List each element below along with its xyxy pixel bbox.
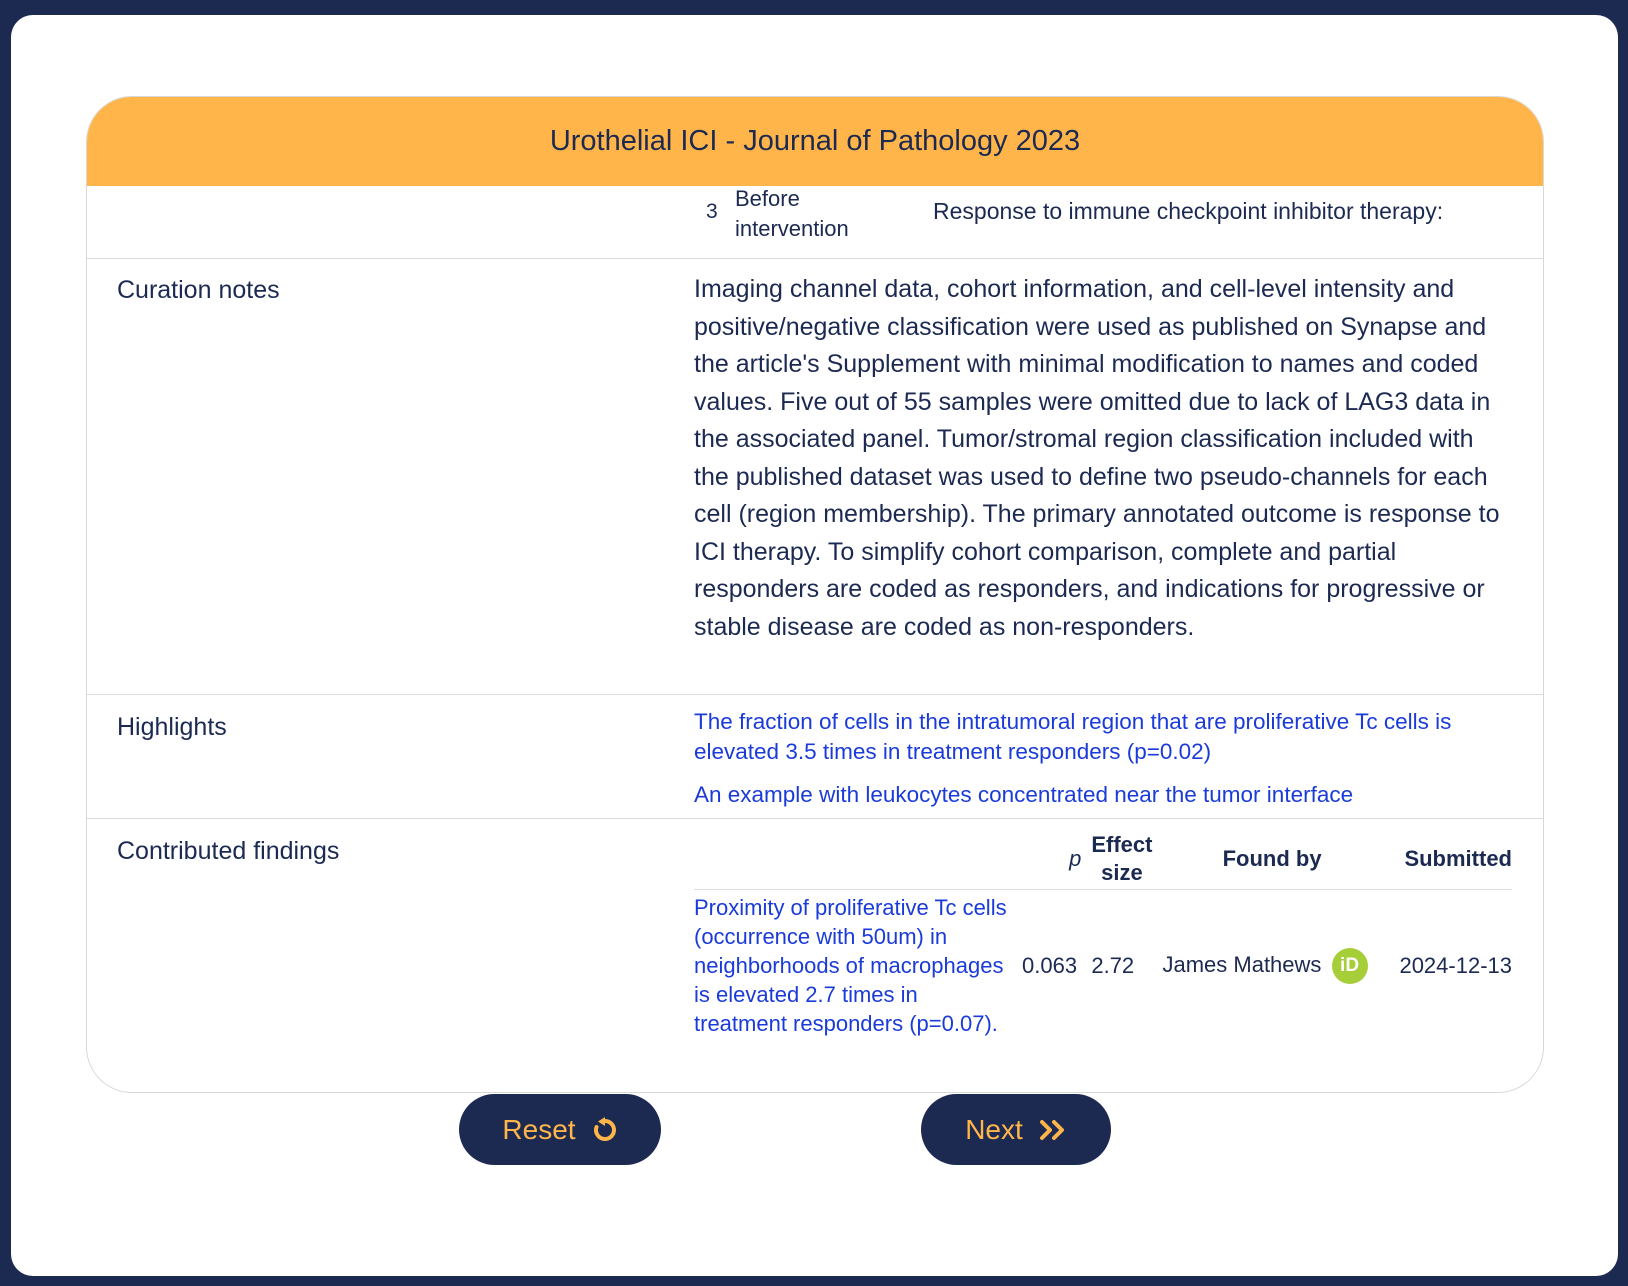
finding-column-header (694, 831, 1017, 890)
contributed-findings-label: Contributed findings (117, 837, 340, 865)
p-value-column-header: p (1017, 831, 1087, 890)
finding-link[interactable]: Proximity of proliferative Tc cells (occ… (694, 895, 1007, 1036)
highlights-row: Highlights The fraction of cells in the … (87, 695, 1543, 819)
effect-size-cell: 2.72 (1091, 953, 1135, 978)
study-title: Urothelial ICI - Journal of Pathology 20… (549, 125, 1081, 157)
highlights-list: The fraction of cells in the intratumora… (694, 707, 1510, 823)
submitted-column-header: Submitted (1386, 831, 1512, 890)
outcome-count: 3 (706, 200, 718, 223)
highlight-link[interactable]: An example with leukocytes concentrated … (694, 780, 1510, 810)
p-value-cell: 0.063 (1022, 953, 1078, 978)
next-button-label: Next (965, 1113, 1023, 1145)
study-title-header: Urothelial ICI - Journal of Pathology 20… (87, 97, 1543, 186)
orcid-icon[interactable]: iD (1331, 947, 1368, 984)
outcome-timing: Before intervention (735, 186, 849, 241)
reset-button-label: Reset (502, 1113, 576, 1145)
curation-notes-row: Curation notes Imaging channel data, coh… (87, 259, 1543, 695)
findings-header-row: p Effect size Found by Submitted (694, 831, 1512, 890)
next-button[interactable]: Next (921, 1094, 1111, 1165)
highlight-link[interactable]: The fraction of cells in the intratumora… (694, 707, 1510, 767)
reset-icon (592, 1116, 618, 1143)
outcome-row: 3 Before intervention Response to immune… (87, 186, 1543, 259)
findings-table: p Effect size Found by Submitted Proximi… (694, 831, 1512, 1041)
contributed-findings-row: Contributed findings p Effect size Found… (87, 819, 1543, 1092)
double-chevron-right-icon (1039, 1119, 1067, 1141)
found-by-column-header: Found by (1157, 831, 1387, 890)
finding-cell: Proximity of proliferative Tc cells (occ… (694, 890, 1017, 1042)
found-by-cell: James Mathews iD (1157, 890, 1386, 1042)
page-panel: Urothelial ICI - Journal of Pathology 20… (11, 15, 1618, 1276)
curation-notes-label: Curation notes (117, 276, 280, 304)
submitted-date-cell: 2024-12-13 (1399, 953, 1512, 978)
effect-size-column-header: Effect size (1086, 831, 1158, 890)
curation-notes-text: Imaging channel data, cohort information… (694, 275, 1500, 641)
table-row: Proximity of proliferative Tc cells (occ… (694, 890, 1512, 1042)
contributor-name: James Mathews (1162, 951, 1322, 977)
study-card: Urothelial ICI - Journal of Pathology 20… (86, 96, 1544, 1093)
reset-button[interactable]: Reset (459, 1094, 661, 1165)
outcome-description: Response to immune checkpoint inhibitor … (933, 198, 1444, 224)
highlights-label: Highlights (117, 713, 227, 741)
